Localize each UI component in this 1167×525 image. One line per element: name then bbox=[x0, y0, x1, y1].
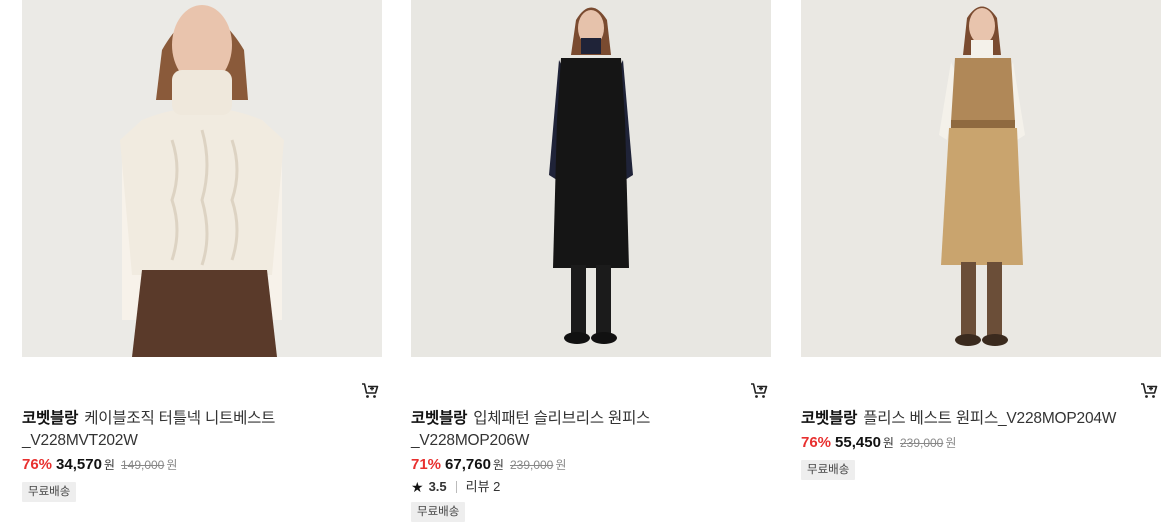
original-currency: 원 bbox=[166, 458, 178, 472]
product-card[interactable]: 코벳블랑 입체패턴 슬리브리스 원피스 _V228MOP206W 71% 67,76… bbox=[411, 0, 771, 522]
currency: 원 bbox=[882, 436, 894, 450]
product-name: 입체패턴 슬리브리스 원피스 bbox=[473, 410, 651, 427]
currency: 원 bbox=[103, 458, 115, 472]
rating-score: 3.5 bbox=[428, 479, 447, 494]
original-price: 239,000 bbox=[509, 458, 554, 472]
product-name: 케이블조직 터틀넥 니트베스트 bbox=[84, 410, 276, 427]
add-to-cart-button[interactable] bbox=[360, 380, 380, 400]
free-shipping-badge: 무료배송 bbox=[22, 482, 77, 502]
sale-price: 55,450 bbox=[835, 434, 881, 451]
sale-price: 34,570 bbox=[56, 456, 102, 473]
original-price: 149,000 bbox=[120, 458, 165, 472]
discount-rate: 71% bbox=[411, 456, 442, 473]
price-row: 71% 67,760 원 239,000 원 bbox=[411, 454, 771, 476]
product-card[interactable]: 코벳블랑 케이블조직 터틀넥 니트베스트 _V228MVT202W 76% 34,5… bbox=[22, 0, 382, 502]
brand-name: 코벳블랑 bbox=[22, 410, 79, 427]
review-count[interactable]: 리뷰 2 bbox=[466, 478, 501, 496]
rating-row: ★ 3.5 리뷰 2 bbox=[411, 478, 771, 496]
product-title[interactable]: 코벳블랑 입체패턴 슬리브리스 원피스 _V228MOP206W bbox=[411, 408, 771, 452]
discount-rate: 76% bbox=[22, 456, 53, 473]
product-grid: 코벳블랑 케이블조직 터틀넥 니트베스트 _V228MVT202W 76% 34,5… bbox=[0, 0, 1167, 525]
brand-name: 코벳블랑 bbox=[801, 410, 858, 427]
cart-add-icon bbox=[1141, 383, 1158, 398]
add-to-cart-button[interactable] bbox=[749, 380, 769, 400]
product-image[interactable] bbox=[22, 0, 382, 357]
product-info: 코벳블랑 입체패턴 슬리브리스 원피스 _V228MOP206W 71% 67,76… bbox=[411, 408, 771, 522]
cart-add-icon bbox=[362, 383, 379, 398]
product-code: _V228MOP206W bbox=[411, 432, 530, 449]
product-title[interactable]: 코벳블랑 케이블조직 터틀넥 니트베스트 _V228MVT202W bbox=[22, 408, 382, 452]
star-icon: ★ bbox=[411, 479, 424, 495]
original-currency: 원 bbox=[555, 458, 567, 472]
product-info: 코벳블랑 케이블조직 터틀넥 니트베스트 _V228MVT202W 76% 34,5… bbox=[22, 408, 382, 502]
divider bbox=[455, 481, 457, 493]
currency: 원 bbox=[492, 458, 504, 472]
product-image[interactable] bbox=[801, 0, 1161, 357]
brand-name: 코벳블랑 bbox=[411, 410, 468, 427]
price-row: 76% 55,450 원 239,000 원 bbox=[801, 432, 1161, 454]
product-title[interactable]: 코벳블랑 플리스 베스트 원피스_V228MOP204W bbox=[801, 408, 1161, 430]
original-price: 239,000 bbox=[899, 436, 944, 450]
product-code: _V228MVT202W bbox=[22, 432, 138, 449]
product-image[interactable] bbox=[411, 0, 771, 357]
product-name: 플리스 베스트 원피스_V228MOP204W bbox=[863, 410, 1117, 427]
price-row: 76% 34,570 원 149,000 원 bbox=[22, 454, 382, 476]
original-currency: 원 bbox=[945, 436, 957, 450]
add-to-cart-button[interactable] bbox=[1139, 380, 1159, 400]
discount-rate: 76% bbox=[801, 434, 832, 451]
free-shipping-badge: 무료배송 bbox=[411, 502, 466, 522]
free-shipping-badge: 무료배송 bbox=[801, 460, 856, 480]
cart-add-icon bbox=[751, 383, 768, 398]
sale-price: 67,760 bbox=[445, 456, 491, 473]
product-info: 코벳블랑 플리스 베스트 원피스_V228MOP204W 76% 55,450 원 23… bbox=[801, 408, 1161, 480]
product-card[interactable]: 코벳블랑 플리스 베스트 원피스_V228MOP204W 76% 55,450 원 23… bbox=[801, 0, 1161, 480]
